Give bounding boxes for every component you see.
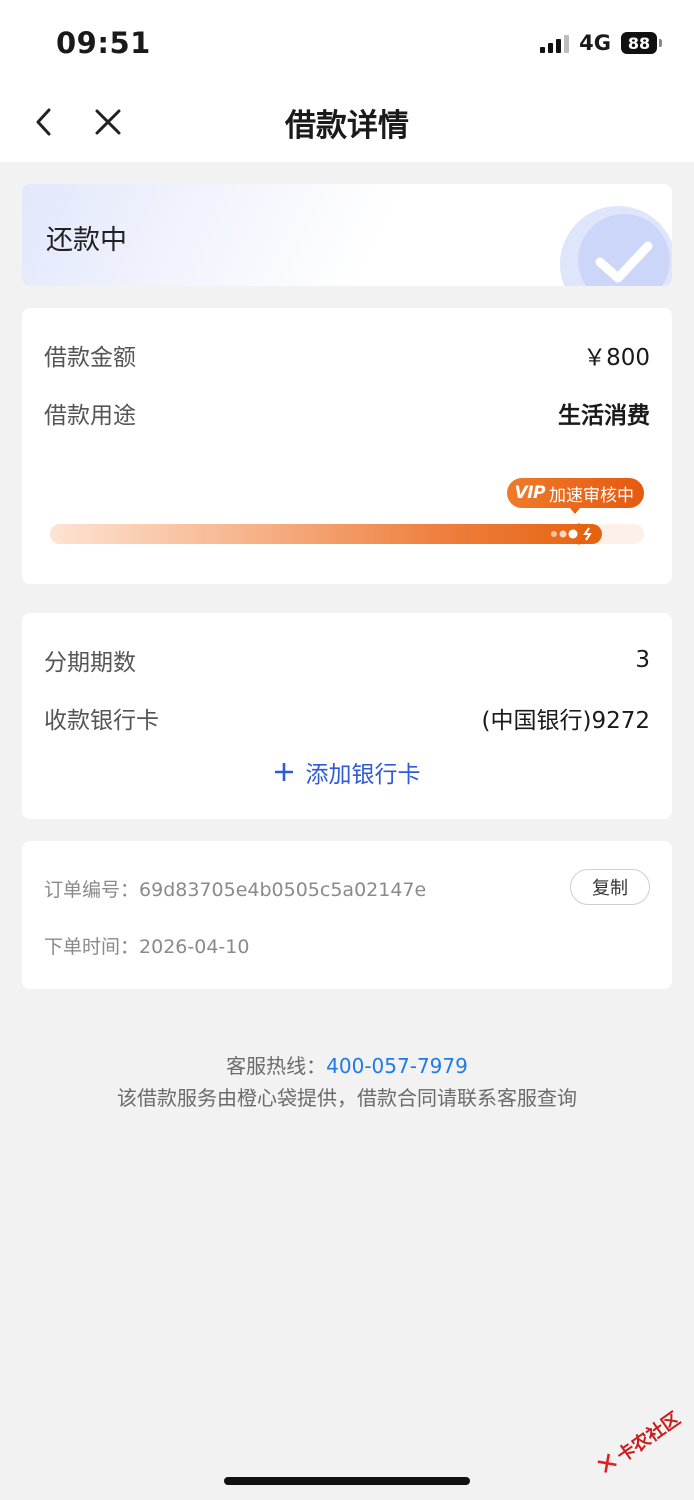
installment-card: 分期期数 3 收款银行卡 (中国银行)9272 添加银行卡	[22, 613, 672, 819]
add-bank-card-button[interactable]: 添加银行卡	[22, 755, 672, 789]
top-bar: 09:51 4G 88 借款详情	[0, 0, 694, 162]
battery-level: 88	[621, 32, 657, 54]
plus-icon	[274, 763, 293, 781]
watermark-text: 卡农社区	[613, 1408, 685, 1467]
purpose-value: 生活消费	[558, 403, 650, 429]
order-time-value: 2026-04-10	[139, 936, 250, 958]
vip-badge-text: 加速审核中	[549, 485, 634, 506]
status-indicators: 4G 88	[540, 30, 662, 56]
home-indicator[interactable]	[224, 1477, 470, 1485]
network-type: 4G	[579, 31, 611, 55]
review-progress-bar	[50, 523, 644, 545]
progress-fill	[50, 524, 602, 544]
periods-value: 3	[635, 647, 650, 673]
hotline-number-link[interactable]: 400-057-7979	[326, 1054, 468, 1078]
periods-row: 分期期数 3	[44, 643, 650, 677]
vip-status-badge: VIP 加速审核中	[506, 478, 644, 514]
order-info-card: 订单编号：69d83705e4b0505c5a02147e 复制 下单时间：20…	[22, 841, 672, 989]
vip-label: VIP	[514, 483, 546, 503]
amount-value: ￥800	[583, 345, 650, 371]
status-time: 09:51	[56, 26, 151, 60]
page-title: 借款详情	[285, 108, 409, 144]
purpose-row: 借款用途 生活消费	[44, 396, 650, 430]
amount-label: 借款金额	[44, 345, 136, 371]
service-notice: 该借款服务由橙心袋提供，借款合同请联系客服查询	[117, 1086, 577, 1110]
order-number-value: 69d83705e4b0505c5a02147e	[139, 879, 427, 901]
loan-info-card: 借款金额 ￥800 借款用途 生活消费 VIP 加速审核中	[22, 308, 672, 584]
order-number-label: 订单编号：	[44, 879, 140, 901]
loan-status-label: 还款中	[46, 225, 127, 256]
periods-label: 分期期数	[44, 650, 136, 676]
bank-card-value: (中国银行)9272	[481, 708, 650, 734]
signal-icon	[540, 33, 570, 53]
rocket-icon	[551, 523, 601, 545]
order-time-label: 下单时间：	[44, 936, 140, 958]
order-time-row: 下单时间：2026-04-10	[44, 932, 249, 959]
hotline-line: 客服热线：400-057-7979	[0, 1050, 694, 1079]
loan-status-card: 还款中	[22, 184, 672, 286]
order-number-row: 订单编号：69d83705e4b0505c5a02147e	[44, 875, 426, 902]
watermark-logo: ✕ 卡农社区	[582, 1389, 694, 1496]
check-circle-icon	[560, 206, 672, 286]
add-bank-card-label: 添加银行卡	[305, 762, 421, 788]
battery-icon: 88	[621, 32, 662, 54]
copy-order-number-button[interactable]: 复制	[570, 869, 650, 905]
page: 09:51 4G 88 借款详情 还款中 借款金额 ￥800 借款用途 生活消费…	[0, 0, 694, 1500]
bank-card-label: 收款银行卡	[44, 708, 159, 734]
amount-row: 借款金额 ￥800	[44, 338, 650, 372]
hotline-label: 客服热线：	[226, 1054, 327, 1078]
bank-card-row[interactable]: 收款银行卡 (中国银行)9272	[44, 701, 650, 735]
purpose-label: 借款用途	[44, 403, 136, 429]
